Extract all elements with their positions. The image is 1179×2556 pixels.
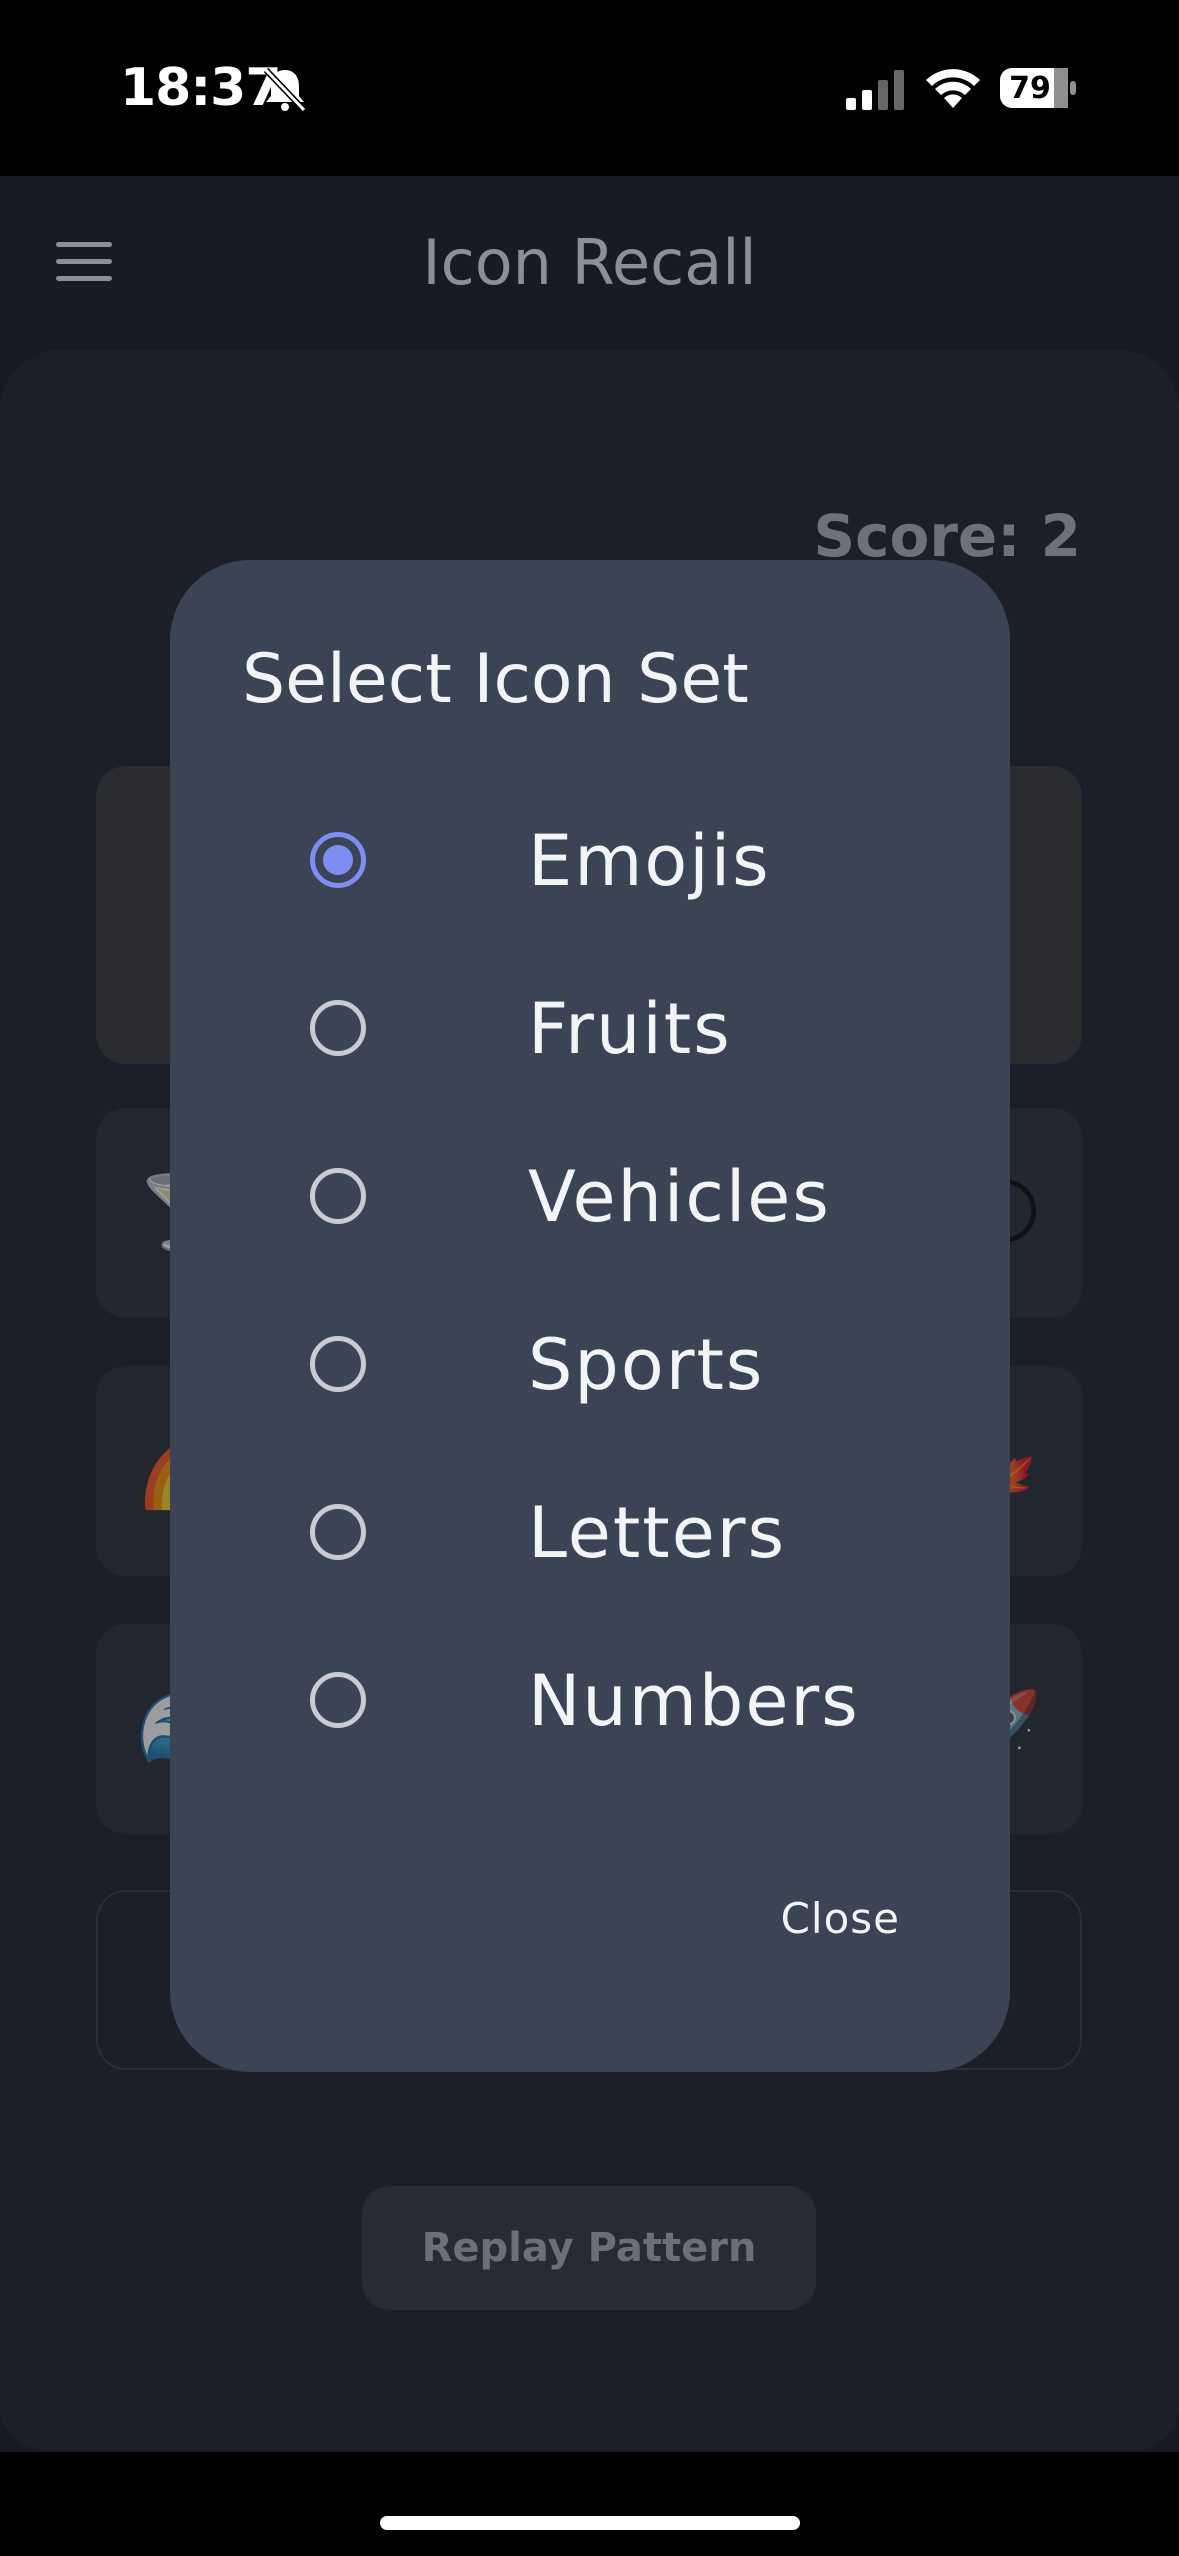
radio-icon[interactable] [310,1168,366,1224]
home-indicator[interactable] [380,2516,800,2530]
option-label: Fruits [528,988,732,1070]
option-label: Sports [528,1324,765,1406]
option-label: Numbers [528,1660,860,1742]
radio-icon[interactable] [310,1000,366,1056]
radio-icon[interactable] [310,1336,366,1392]
radio-icon[interactable] [310,1504,366,1560]
option-vehicles[interactable]: Vehicles [310,1136,910,1256]
option-numbers[interactable]: Numbers [310,1640,910,1760]
option-label: Letters [528,1492,787,1574]
select-icon-set-dialog: Select Icon Set Emojis Fruits Vehicles S… [170,560,1010,2072]
option-label: Emojis [528,820,771,902]
battery-icon: 79 [998,66,1078,110]
option-label: Vehicles [528,1156,831,1238]
dialog-title: Select Icon Set [242,640,749,719]
radio-icon[interactable] [310,1672,366,1728]
option-fruits[interactable]: Fruits [310,968,910,1088]
status-bar: 18:37 79 [0,0,1179,176]
bell-off-icon [263,67,307,112]
option-sports[interactable]: Sports [310,1304,910,1424]
status-time: 18:37 [120,58,282,118]
replay-pattern-button[interactable]: Replay Pattern [362,2186,816,2310]
wifi-icon [926,69,980,108]
close-button[interactable]: Close [781,1894,900,1943]
app-title: Icon Recall [422,226,757,299]
signal-icon [846,70,904,110]
app-header: Icon Recall [0,176,1179,346]
option-letters[interactable]: Letters [310,1472,910,1592]
option-emojis[interactable]: Emojis [310,800,910,920]
battery-level: 79 [1009,71,1051,106]
phone-screen: 18:37 79 Icon Recall Score: 2 Replay Pat… [0,0,1179,2556]
radio-selected-icon[interactable] [310,832,366,888]
